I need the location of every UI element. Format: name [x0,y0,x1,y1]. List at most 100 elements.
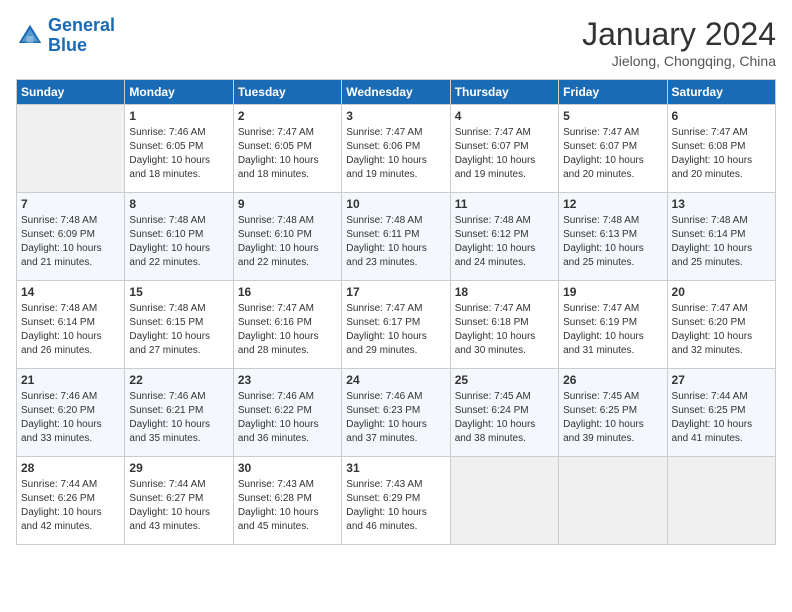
day-info: Sunrise: 7:43 AMSunset: 6:28 PMDaylight:… [238,478,337,534]
day-number: 27 [672,373,771,387]
day-number: 24 [346,373,445,387]
title-block: January 2024 Jielong, Chongqing, China [582,16,776,69]
day-number: 9 [238,197,337,211]
day-info: Sunrise: 7:48 AMSunset: 6:15 PMDaylight:… [129,302,228,358]
day-number: 22 [129,373,228,387]
calendar-cell: 26Sunrise: 7:45 AMSunset: 6:25 PMDayligh… [559,369,667,457]
logo-line1: General [48,15,115,35]
calendar-cell [667,457,775,545]
calendar-cell: 19Sunrise: 7:47 AMSunset: 6:19 PMDayligh… [559,281,667,369]
day-info: Sunrise: 7:46 AMSunset: 6:20 PMDaylight:… [21,390,120,446]
day-info: Sunrise: 7:47 AMSunset: 6:20 PMDaylight:… [672,302,771,358]
calendar-cell: 4 Sunrise: 7:47 AMSunset: 6:07 PMDaylight… [450,105,558,193]
day-info: Sunrise: 7:48 AMSunset: 6:14 PMDaylight:… [672,214,771,270]
header-cell-saturday: Saturday [667,80,775,105]
calendar-cell: 12 Sunrise: 7:48 AMSunset: 6:13 PMDayligh… [559,193,667,281]
day-number: 7 [21,197,120,211]
calendar-cell: 10 Sunrise: 7:48 AMSunset: 6:11 PMDayligh… [342,193,450,281]
day-info: Sunrise: 7:47 AMSunset: 6:19 PMDaylight:… [563,302,662,358]
day-number: 4 [455,109,554,123]
logo-text: General Blue [48,16,115,56]
day-info: Sunrise: 7:48 AMSunset: 6:10 PMDaylight:… [238,214,337,270]
day-number: 21 [21,373,120,387]
calendar-cell: 18 Sunrise: 7:47 AMSunset: 6:18 PMDayligh… [450,281,558,369]
day-info: Sunrise: 7:46 AMSunset: 6:23 PMDaylight:… [346,390,445,446]
calendar-cell: 20 Sunrise: 7:47 AMSunset: 6:20 PMDayligh… [667,281,775,369]
calendar-cell: 24 Sunrise: 7:46 AMSunset: 6:23 PMDayligh… [342,369,450,457]
calendar-cell: 6 Sunrise: 7:47 AMSunset: 6:08 PMDaylight… [667,105,775,193]
calendar-body: 1Sunrise: 7:46 AMSunset: 6:05 PMDaylight… [17,105,776,545]
day-info: Sunrise: 7:47 AMSunset: 6:17 PMDaylight:… [346,302,445,358]
day-number: 13 [672,197,771,211]
calendar-week-2: 7 Sunrise: 7:48 AMSunset: 6:09 PMDaylight… [17,193,776,281]
calendar-week-5: 28Sunrise: 7:44 AMSunset: 6:26 PMDayligh… [17,457,776,545]
day-info: Sunrise: 7:47 AMSunset: 6:18 PMDaylight:… [455,302,554,358]
day-info: Sunrise: 7:47 AMSunset: 6:08 PMDaylight:… [672,126,771,182]
day-number: 11 [455,197,554,211]
logo-icon [16,22,44,50]
calendar-week-4: 21 Sunrise: 7:46 AMSunset: 6:20 PMDayligh… [17,369,776,457]
day-number: 8 [129,197,228,211]
calendar-cell: 29 Sunrise: 7:44 AMSunset: 6:27 PMDayligh… [125,457,233,545]
day-info: Sunrise: 7:47 AMSunset: 6:16 PMDaylight:… [238,302,337,358]
header-row: SundayMondayTuesdayWednesdayThursdayFrid… [17,80,776,105]
day-number: 6 [672,109,771,123]
day-number: 17 [346,285,445,299]
day-info: Sunrise: 7:48 AMSunset: 6:09 PMDaylight:… [21,214,120,270]
calendar-cell: 30 Sunrise: 7:43 AMSunset: 6:28 PMDayligh… [233,457,341,545]
calendar-cell: 9 Sunrise: 7:48 AMSunset: 6:10 PMDaylight… [233,193,341,281]
calendar-cell [450,457,558,545]
calendar-cell: 5 Sunrise: 7:47 AMSunset: 6:07 PMDaylight… [559,105,667,193]
day-info: Sunrise: 7:48 AMSunset: 6:11 PMDaylight:… [346,214,445,270]
calendar-cell: 11Sunrise: 7:48 AMSunset: 6:12 PMDayligh… [450,193,558,281]
header-cell-monday: Monday [125,80,233,105]
day-info: Sunrise: 7:47 AMSunset: 6:06 PMDaylight:… [346,126,445,182]
day-number: 23 [238,373,337,387]
day-number: 3 [346,109,445,123]
calendar-cell: 14 Sunrise: 7:48 AMSunset: 6:14 PMDayligh… [17,281,125,369]
day-number: 25 [455,373,554,387]
calendar-cell [559,457,667,545]
calendar-week-1: 1Sunrise: 7:46 AMSunset: 6:05 PMDaylight… [17,105,776,193]
day-info: Sunrise: 7:47 AMSunset: 6:07 PMDaylight:… [563,126,662,182]
day-info: Sunrise: 7:46 AMSunset: 6:21 PMDaylight:… [129,390,228,446]
header-cell-wednesday: Wednesday [342,80,450,105]
location: Jielong, Chongqing, China [582,53,776,69]
header-cell-tuesday: Tuesday [233,80,341,105]
calendar-cell: 16 Sunrise: 7:47 AMSunset: 6:16 PMDayligh… [233,281,341,369]
logo: General Blue [16,16,115,56]
calendar-cell: 15 Sunrise: 7:48 AMSunset: 6:15 PMDayligh… [125,281,233,369]
day-info: Sunrise: 7:45 AMSunset: 6:24 PMDaylight:… [455,390,554,446]
calendar-cell: 28Sunrise: 7:44 AMSunset: 6:26 PMDayligh… [17,457,125,545]
day-number: 29 [129,461,228,475]
day-number: 16 [238,285,337,299]
day-info: Sunrise: 7:44 AMSunset: 6:26 PMDaylight:… [21,478,120,534]
day-number: 20 [672,285,771,299]
day-number: 12 [563,197,662,211]
day-info: Sunrise: 7:47 AMSunset: 6:05 PMDaylight:… [238,126,337,182]
calendar-week-3: 14 Sunrise: 7:48 AMSunset: 6:14 PMDayligh… [17,281,776,369]
header-cell-friday: Friday [559,80,667,105]
calendar-cell: 8 Sunrise: 7:48 AMSunset: 6:10 PMDaylight… [125,193,233,281]
calendar-cell: 23Sunrise: 7:46 AMSunset: 6:22 PMDayligh… [233,369,341,457]
day-number: 30 [238,461,337,475]
day-info: Sunrise: 7:44 AMSunset: 6:27 PMDaylight:… [129,478,228,534]
day-number: 5 [563,109,662,123]
calendar-cell [17,105,125,193]
day-info: Sunrise: 7:47 AMSunset: 6:07 PMDaylight:… [455,126,554,182]
day-number: 14 [21,285,120,299]
calendar-cell: 7 Sunrise: 7:48 AMSunset: 6:09 PMDaylight… [17,193,125,281]
day-info: Sunrise: 7:44 AMSunset: 6:25 PMDaylight:… [672,390,771,446]
day-info: Sunrise: 7:48 AMSunset: 6:14 PMDaylight:… [21,302,120,358]
page-header: General Blue January 2024 Jielong, Chong… [16,16,776,69]
day-number: 10 [346,197,445,211]
calendar-header: SundayMondayTuesdayWednesdayThursdayFrid… [17,80,776,105]
day-number: 15 [129,285,228,299]
day-info: Sunrise: 7:48 AMSunset: 6:10 PMDaylight:… [129,214,228,270]
month-title: January 2024 [582,16,776,53]
day-number: 2 [238,109,337,123]
calendar-cell: 3 Sunrise: 7:47 AMSunset: 6:06 PMDaylight… [342,105,450,193]
day-info: Sunrise: 7:48 AMSunset: 6:13 PMDaylight:… [563,214,662,270]
day-info: Sunrise: 7:46 AMSunset: 6:05 PMDaylight:… [129,126,228,182]
day-number: 18 [455,285,554,299]
